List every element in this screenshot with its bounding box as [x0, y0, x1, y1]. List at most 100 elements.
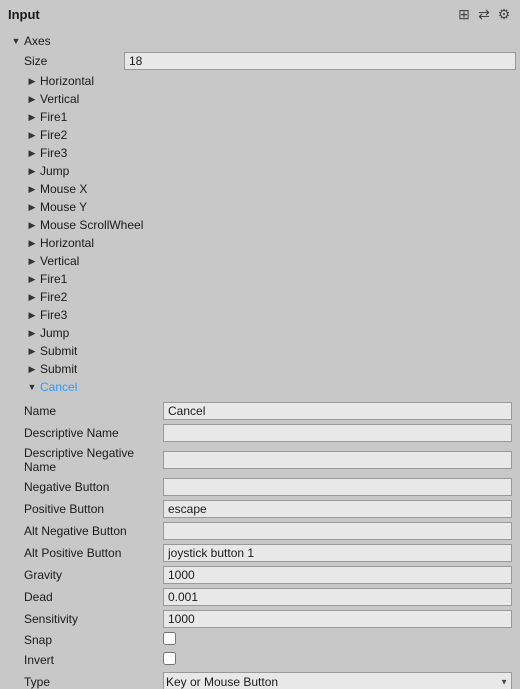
prop-invert-label: Invert — [8, 653, 163, 667]
tree-item-cancel[interactable]: ▼ Cancel — [0, 378, 520, 396]
axes-arrow: ▼ — [8, 34, 24, 48]
size-label: Size — [24, 54, 124, 68]
prop-dead-row: Dead — [8, 586, 512, 608]
type-select[interactable]: Key or Mouse Button Mouse Movement Joyst… — [163, 672, 512, 689]
arrow-icon: ▼ — [24, 380, 40, 394]
item-label: Fire2 — [40, 127, 67, 143]
content-area: ▼ Axes Size ▶ Horizontal ▶ Vertical ▶ Fi… — [0, 28, 520, 689]
prop-name-row: Name — [8, 400, 512, 422]
prop-type-label: Type — [8, 675, 163, 689]
tree-item-vertical1[interactable]: ▶ Vertical — [0, 90, 520, 108]
prop-negative-button-value — [163, 478, 512, 496]
layout-icon[interactable]: ⊞ — [456, 6, 472, 22]
axes-header[interactable]: ▼ Axes — [0, 32, 520, 50]
prop-alt-negative-button-label: Alt Negative Button — [8, 524, 163, 538]
arrow-icon: ▶ — [24, 236, 40, 250]
dead-input[interactable] — [163, 588, 512, 606]
invert-checkbox[interactable] — [163, 652, 176, 665]
tree-item-mousex[interactable]: ▶ Mouse X — [0, 180, 520, 198]
prop-gravity-label: Gravity — [8, 568, 163, 582]
prop-alt-positive-button-value — [163, 544, 512, 562]
prop-descriptive-name-value — [163, 424, 512, 442]
prop-type-row: Type Key or Mouse Button Mouse Movement … — [8, 670, 512, 689]
arrow-icon: ▶ — [24, 362, 40, 376]
positive-button-input[interactable] — [163, 500, 512, 518]
arrow-icon: ▶ — [24, 254, 40, 268]
gravity-input[interactable] — [163, 566, 512, 584]
window-title: Input — [8, 7, 40, 22]
size-row: Size — [0, 50, 520, 72]
tree-item-submit2[interactable]: ▶ Submit — [0, 360, 520, 378]
prop-negative-button-label: Negative Button — [8, 480, 163, 494]
item-label: Fire2 — [40, 289, 67, 305]
prop-descriptive-negative-name-value — [163, 451, 512, 469]
prop-snap-label: Snap — [8, 633, 163, 647]
tree-item-fire2b[interactable]: ▶ Fire2 — [0, 288, 520, 306]
item-label: Mouse Y — [40, 199, 87, 215]
alt-positive-button-input[interactable] — [163, 544, 512, 562]
tree-item-vertical2[interactable]: ▶ Vertical — [0, 252, 520, 270]
item-label: Horizontal — [40, 73, 94, 89]
arrow-icon: ▶ — [24, 182, 40, 196]
item-label: Submit — [40, 361, 77, 377]
prop-descriptive-negative-name-label: Descriptive Negative Name — [8, 446, 163, 474]
item-label: Vertical — [40, 253, 79, 269]
tree-item-mousescroll[interactable]: ▶ Mouse ScrollWheel — [0, 216, 520, 234]
prop-sensitivity-label: Sensitivity — [8, 612, 163, 626]
arrow-icon: ▶ — [24, 164, 40, 178]
tree-item-horizontal1[interactable]: ▶ Horizontal — [0, 72, 520, 90]
arrow-icon: ▶ — [24, 344, 40, 358]
tree-item-jump2[interactable]: ▶ Jump — [0, 324, 520, 342]
negative-button-input[interactable] — [163, 478, 512, 496]
item-label: Mouse X — [40, 181, 87, 197]
prop-name-value — [163, 402, 512, 420]
tree-item-fire1b[interactable]: ▶ Fire1 — [0, 270, 520, 288]
properties-panel: Name Descriptive Name Descriptive Negati… — [0, 396, 520, 689]
snap-checkbox[interactable] — [163, 632, 176, 645]
prop-dead-label: Dead — [8, 590, 163, 604]
arrow-icon: ▶ — [24, 290, 40, 304]
item-label: Cancel — [40, 379, 77, 395]
arrow-icon: ▶ — [24, 74, 40, 88]
title-bar: Input ⊞ ⇄ ⚙ — [0, 0, 520, 28]
item-label: Fire1 — [40, 109, 67, 125]
prop-alt-positive-button-label: Alt Positive Button — [8, 546, 163, 560]
descriptive-negative-name-input[interactable] — [163, 451, 512, 469]
prop-type-value: Key or Mouse Button Mouse Movement Joyst… — [163, 672, 512, 689]
prop-snap-value — [163, 632, 512, 648]
axes-label: Axes — [24, 33, 51, 49]
arrow-icon: ▶ — [24, 308, 40, 322]
split-icon[interactable]: ⇄ — [476, 6, 492, 22]
arrow-icon: ▶ — [24, 218, 40, 232]
tree-item-mousey[interactable]: ▶ Mouse Y — [0, 198, 520, 216]
prop-alt-positive-button-row: Alt Positive Button — [8, 542, 512, 564]
size-input[interactable] — [124, 52, 516, 70]
name-input[interactable] — [163, 402, 512, 420]
prop-sensitivity-row: Sensitivity — [8, 608, 512, 630]
prop-descriptive-name-row: Descriptive Name — [8, 422, 512, 444]
sensitivity-input[interactable] — [163, 610, 512, 628]
prop-descriptive-negative-name-row: Descriptive Negative Name — [8, 444, 512, 476]
tree-item-fire1a[interactable]: ▶ Fire1 — [0, 108, 520, 126]
tree-item-fire3b[interactable]: ▶ Fire3 — [0, 306, 520, 324]
prop-descriptive-name-label: Descriptive Name — [8, 426, 163, 440]
tree-item-jump1[interactable]: ▶ Jump — [0, 162, 520, 180]
arrow-icon: ▶ — [24, 92, 40, 106]
settings-icon[interactable]: ⚙ — [496, 6, 512, 22]
alt-negative-button-input[interactable] — [163, 522, 512, 540]
item-label: Vertical — [40, 91, 79, 107]
arrow-icon: ▶ — [24, 110, 40, 124]
item-label: Horizontal — [40, 235, 94, 251]
prop-sensitivity-value — [163, 610, 512, 628]
tree-item-fire2a[interactable]: ▶ Fire2 — [0, 126, 520, 144]
item-label: Jump — [40, 325, 69, 341]
descriptive-name-input[interactable] — [163, 424, 512, 442]
arrow-icon: ▶ — [24, 146, 40, 160]
arrow-icon: ▶ — [24, 200, 40, 214]
item-label: Fire3 — [40, 145, 67, 161]
tree-item-fire3a[interactable]: ▶ Fire3 — [0, 144, 520, 162]
arrow-icon: ▶ — [24, 326, 40, 340]
tree-item-horizontal2[interactable]: ▶ Horizontal — [0, 234, 520, 252]
prop-gravity-row: Gravity — [8, 564, 512, 586]
tree-item-submit1[interactable]: ▶ Submit — [0, 342, 520, 360]
